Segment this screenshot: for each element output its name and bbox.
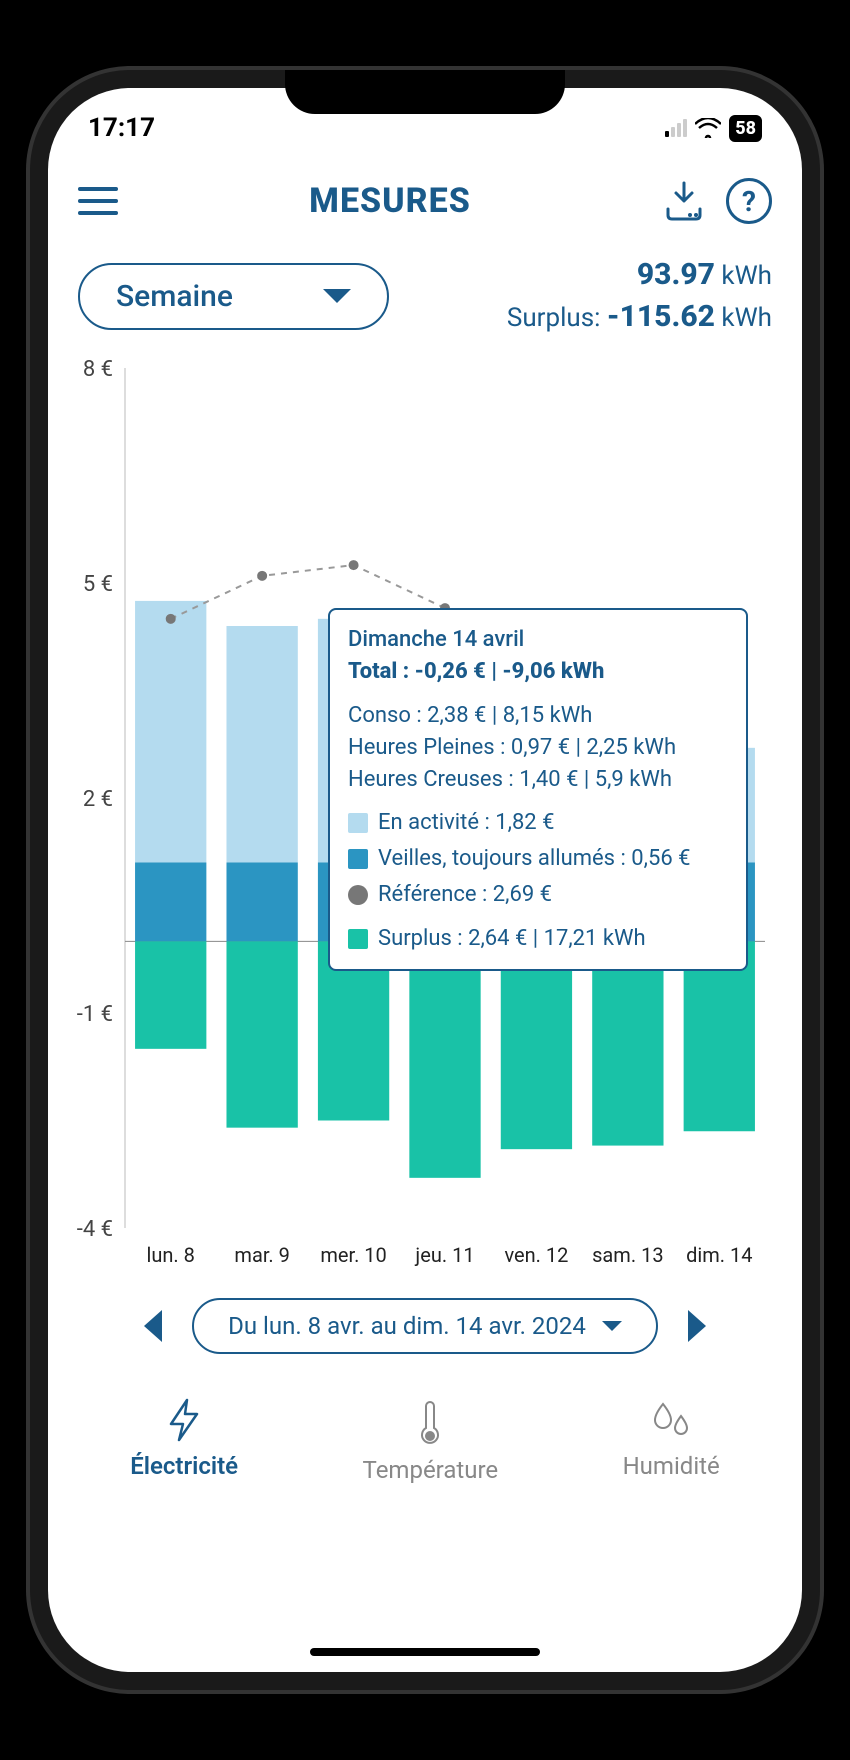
svg-text:ven. 12: ven. 12 bbox=[504, 1243, 568, 1267]
tooltip-hc: Heures Creuses : 1,40 € | 5,9 kWh bbox=[348, 764, 728, 796]
tooltip-hp: Heures Pleines : 0,97 € | 2,25 kWh bbox=[348, 732, 728, 764]
total-kwh-value: 93.97 bbox=[637, 257, 715, 292]
svg-text:8 €: 8 € bbox=[83, 358, 113, 382]
tab-temperature[interactable]: Température bbox=[363, 1398, 499, 1484]
tooltip-standby: Veilles, toujours allumés : 0,56 € bbox=[378, 843, 691, 875]
phone-screen: 17:17 58 MESURES ? Semaine bbox=[48, 88, 802, 1672]
chevron-down-icon bbox=[602, 1321, 622, 1331]
menu-icon[interactable] bbox=[78, 187, 118, 215]
tooltip-total-value: -0,26 € | -9,06 kWh bbox=[415, 659, 605, 684]
svg-text:sam. 13: sam. 13 bbox=[592, 1243, 663, 1267]
svg-text:jeu. 11: jeu. 11 bbox=[414, 1243, 474, 1267]
home-indicator[interactable] bbox=[310, 1648, 540, 1656]
total-kwh-unit: kWh bbox=[721, 261, 772, 291]
tooltip-conso: Conso : 2,38 € | 8,15 kWh bbox=[348, 700, 728, 732]
svg-text:5 €: 5 € bbox=[83, 572, 113, 597]
chart[interactable]: 8 € 5 € 2 € -1 € -4 € lun. 8 mar. 9 mer. 10 jeu.… bbox=[48, 358, 802, 1278]
droplets-icon bbox=[649, 1398, 693, 1442]
download-icon[interactable] bbox=[662, 179, 706, 223]
wifi-icon bbox=[695, 118, 721, 138]
swatch-reference-icon bbox=[348, 885, 368, 905]
swatch-standby-icon bbox=[348, 849, 368, 869]
surplus-unit: kWh bbox=[721, 303, 772, 333]
status-time: 17:17 bbox=[88, 113, 155, 143]
period-label: Semaine bbox=[116, 279, 233, 314]
controls-row: Semaine 93.97 kWh Surplus: -115.62 kWh bbox=[48, 244, 802, 358]
tab-electricity[interactable]: Électricité bbox=[130, 1398, 238, 1484]
svg-text:-1 €: -1 € bbox=[77, 1002, 113, 1027]
svg-text:mar. 9: mar. 9 bbox=[234, 1243, 289, 1267]
tab-humidity-label: Humidité bbox=[623, 1452, 720, 1480]
swatch-surplus-icon bbox=[348, 929, 368, 949]
tooltip-reference: Référence : 2,69 € bbox=[378, 879, 552, 911]
date-range-select[interactable]: Du lun. 8 avr. au dim. 14 avr. 2024 bbox=[192, 1298, 658, 1354]
svg-text:dim. 14: dim. 14 bbox=[686, 1243, 752, 1267]
surplus-value: -115.62 bbox=[607, 299, 715, 334]
prev-period-button[interactable] bbox=[144, 1310, 162, 1342]
tooltip-active: En activité : 1,82 € bbox=[378, 807, 555, 839]
notch bbox=[285, 70, 565, 114]
signal-icon bbox=[665, 119, 687, 137]
chart-tooltip: Dimanche 14 avril Total : -0,26 € | -9,0… bbox=[328, 608, 748, 971]
status-right: 58 bbox=[665, 115, 762, 142]
chevron-down-icon bbox=[323, 289, 351, 303]
svg-text:lun. 8: lun. 8 bbox=[147, 1243, 195, 1267]
svg-text:-4 €: -4 € bbox=[77, 1217, 113, 1242]
page-title: MESURES bbox=[309, 181, 471, 221]
tab-temperature-label: Température bbox=[363, 1456, 499, 1484]
period-select[interactable]: Semaine bbox=[78, 263, 389, 330]
battery-icon: 58 bbox=[729, 115, 762, 142]
tab-humidity[interactable]: Humidité bbox=[623, 1398, 720, 1484]
app-header: MESURES ? bbox=[48, 158, 802, 244]
date-range-label: Du lun. 8 avr. au dim. 14 avr. 2024 bbox=[228, 1312, 586, 1340]
svg-text:mer. 10: mer. 10 bbox=[320, 1243, 386, 1267]
tooltip-total-label: Total : bbox=[348, 659, 409, 684]
totals-block: 93.97 kWh Surplus: -115.62 kWh bbox=[507, 254, 772, 338]
tab-electricity-label: Électricité bbox=[130, 1452, 238, 1480]
phone-frame: 17:17 58 MESURES ? Semaine bbox=[30, 70, 820, 1690]
date-nav: Du lun. 8 avr. au dim. 14 avr. 2024 bbox=[48, 1278, 802, 1374]
thermometer-icon bbox=[418, 1398, 442, 1446]
bottom-tabs: Électricité Température Humidité bbox=[48, 1374, 802, 1484]
swatch-active-icon bbox=[348, 813, 368, 833]
tooltip-surplus: Surplus : 2,64 € | 17,21 kWh bbox=[378, 923, 646, 955]
tooltip-date: Dimanche 14 avril bbox=[348, 624, 728, 656]
next-period-button[interactable] bbox=[688, 1310, 706, 1342]
help-icon[interactable]: ? bbox=[726, 178, 772, 224]
surplus-label: Surplus: bbox=[507, 303, 601, 333]
bolt-icon bbox=[167, 1398, 201, 1442]
svg-text:2 €: 2 € bbox=[83, 787, 113, 812]
